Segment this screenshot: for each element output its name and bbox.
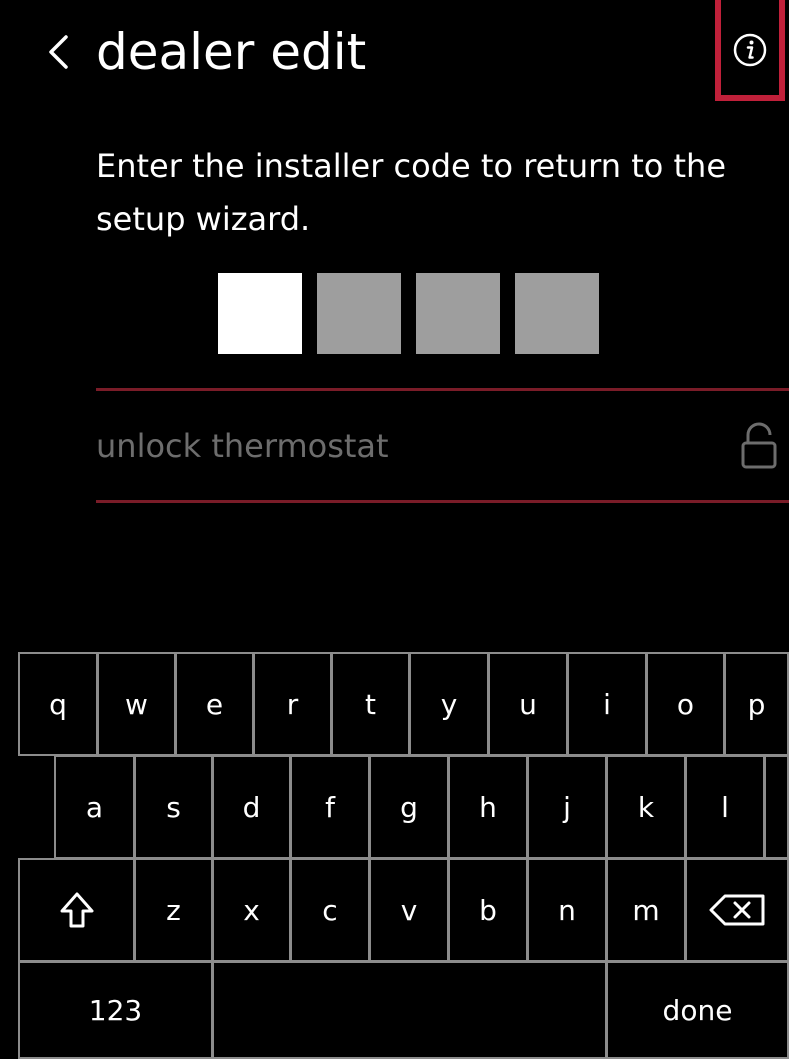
pin-digit-2[interactable] [317, 273, 401, 354]
divider-top [96, 388, 789, 391]
key-w[interactable]: w [97, 652, 176, 756]
key-b[interactable]: b [448, 858, 528, 962]
key-i[interactable]: i [567, 652, 647, 756]
backspace-icon [709, 894, 765, 926]
unlock-label: unlock thermostat [96, 427, 389, 465]
numbers-key[interactable]: 123 [18, 961, 213, 1059]
key-a[interactable]: a [54, 755, 135, 859]
key-e[interactable]: e [175, 652, 254, 756]
key-q[interactable]: q [18, 652, 98, 756]
key-p[interactable]: p [724, 652, 789, 756]
key-j[interactable]: j [527, 755, 607, 859]
backspace-key[interactable] [685, 858, 789, 962]
key-f[interactable]: f [290, 755, 370, 859]
key-m[interactable]: m [606, 858, 686, 962]
key-s[interactable]: s [134, 755, 213, 859]
page-title: dealer edit [96, 23, 367, 81]
keyboard-edge-right [764, 755, 789, 859]
key-y[interactable]: y [409, 652, 489, 756]
info-button[interactable] [715, 0, 785, 101]
key-h[interactable]: h [448, 755, 528, 859]
key-c[interactable]: c [290, 858, 370, 962]
chevron-left-icon [49, 35, 68, 69]
pin-entry [218, 273, 599, 354]
on-screen-keyboard: q w e r t y u i o p a s d f g h j k l z … [0, 652, 789, 1059]
info-icon [733, 33, 767, 67]
divider-bottom [96, 500, 789, 503]
key-n[interactable]: n [527, 858, 607, 962]
instruction-text: Enter the installer code to return to th… [96, 147, 727, 238]
shift-key[interactable] [18, 858, 135, 962]
pin-digit-3[interactable] [416, 273, 500, 354]
key-g[interactable]: g [369, 755, 449, 859]
key-v[interactable]: v [369, 858, 449, 962]
key-t[interactable]: t [331, 652, 410, 756]
shift-arrow-icon [60, 892, 93, 928]
key-o[interactable]: o [646, 652, 725, 756]
key-r[interactable]: r [253, 652, 332, 756]
pin-digit-4[interactable] [515, 273, 599, 354]
key-d[interactable]: d [212, 755, 291, 859]
key-l[interactable]: l [685, 755, 765, 859]
unlock-thermostat-button[interactable]: unlock thermostat [96, 392, 789, 500]
dealer-edit-screen: dealer edit Enter the installer code to … [0, 0, 789, 1059]
key-x[interactable]: x [212, 858, 291, 962]
key-k[interactable]: k [606, 755, 686, 859]
key-u[interactable]: u [488, 652, 568, 756]
pin-digit-1[interactable] [218, 273, 302, 354]
back-button[interactable] [30, 14, 86, 90]
key-z[interactable]: z [134, 858, 213, 962]
space-key[interactable] [212, 961, 607, 1059]
done-key[interactable]: done [606, 961, 789, 1059]
lock-icon [739, 416, 789, 476]
